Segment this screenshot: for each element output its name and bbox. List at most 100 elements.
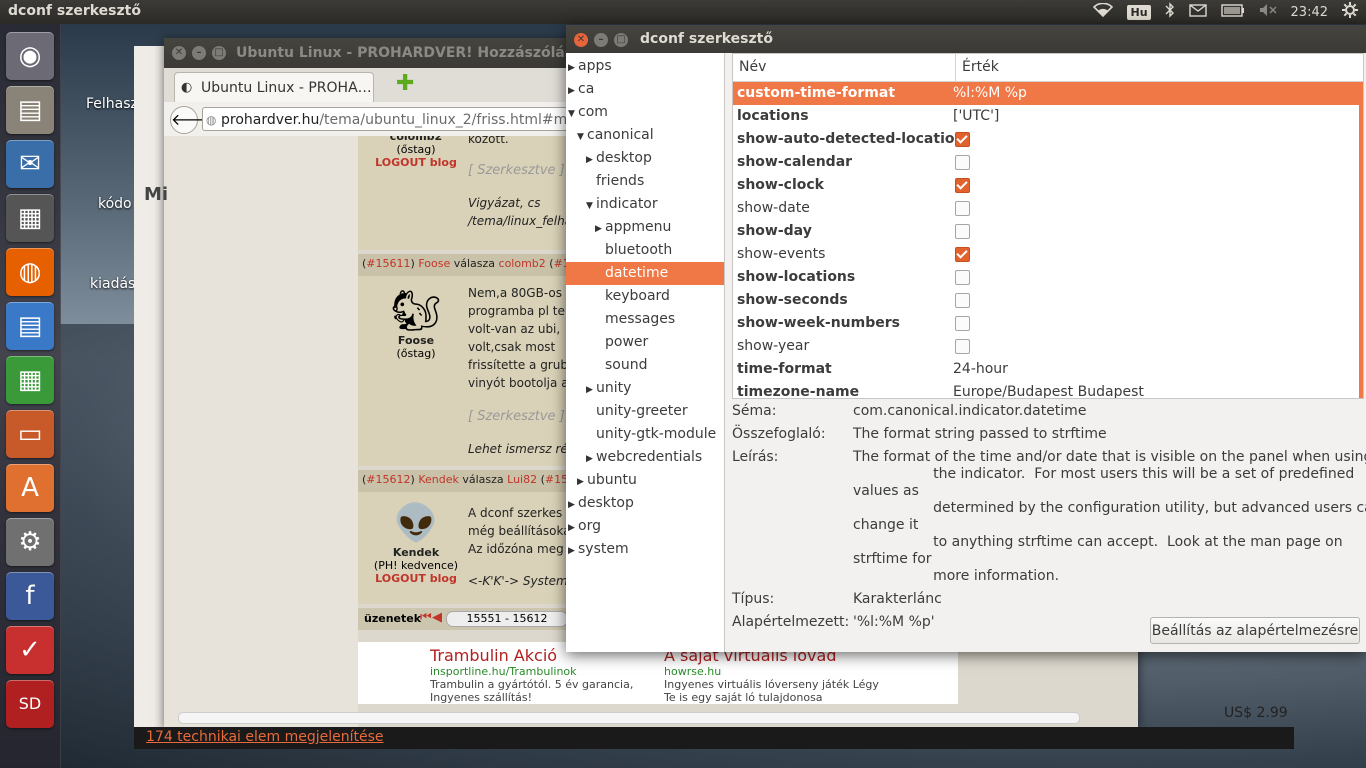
key-row[interactable]: time-format 24-hour [733,358,1363,381]
horizontal-scrollbar[interactable] [178,712,1080,724]
key-value-checkbox[interactable] [955,270,970,285]
key-value-checkbox[interactable] [955,247,970,262]
dconf-maximize-icon[interactable]: □ [614,33,628,47]
browser-close-icon[interactable]: ✕ [172,46,186,60]
key-row[interactable]: show-events [733,243,1363,266]
expand-arrow-icon[interactable]: ▶ [595,218,605,241]
sd-card-icon[interactable]: SD [6,680,54,728]
reset-to-default-button[interactable]: Beállítás az alapértelmezésre [1150,617,1360,644]
post-logout-link[interactable]: LOGOUT blog [364,572,468,585]
files-icon[interactable]: ▤ [6,86,54,134]
back-arrow-icon[interactable]: 🡐 [170,106,214,134]
key-value-checkbox[interactable] [955,201,970,216]
expand-arrow-icon[interactable]: ▶ [586,149,596,172]
calc-icon[interactable]: ▦ [6,356,54,404]
tree-node-ubuntu[interactable]: ▶ ubuntu [566,469,724,494]
tree-node-desktop[interactable]: ▶ desktop [566,147,724,172]
expand-arrow-icon[interactable]: ▶ [577,471,587,494]
facebook-icon[interactable]: f [6,572,54,620]
tree-node-canonical[interactable]: ▼ canonical [566,124,724,149]
key-value-checkbox[interactable] [955,316,970,331]
key-row[interactable]: show-calendar [733,151,1363,174]
post-target-link[interactable]: Lui82 [507,473,537,486]
tree-node-sound[interactable]: sound [566,354,724,377]
tree-node-bluetooth[interactable]: bluetooth [566,239,724,262]
wifi-icon[interactable] [1093,2,1114,21]
column-header-value[interactable]: Érték [955,54,999,81]
dconf-titlebar[interactable]: ✕ – □ dconf szerkesztő [566,25,1366,53]
tree-node-unity[interactable]: ▶ unity [566,377,724,402]
battery-icon[interactable] [1220,3,1245,21]
post-author-link[interactable]: Kendek [418,473,459,486]
system-settings-icon[interactable]: ⚙ [6,518,54,566]
key-row[interactable]: show-date [733,197,1363,220]
browser-tab[interactable]: ◐ Ubuntu Linux - PROHA… [174,72,374,102]
clock[interactable]: 23:42 [1291,5,1328,20]
post-number-link[interactable]: #15611 [366,257,410,270]
tree-node-indicator[interactable]: ▼ indicator [566,193,724,218]
tree-node-power[interactable]: power [566,331,724,354]
key-list-scrollbar[interactable] [1359,82,1363,398]
post-target-link[interactable]: colomb2 [499,257,546,270]
mail-icon[interactable] [1188,3,1207,21]
expand-arrow-icon[interactable]: ▶ [568,494,578,517]
ad-item[interactable]: Trambulin Akció insportline.hu/Trambulin… [430,646,660,704]
tree-node-keyboard[interactable]: keyboard [566,285,724,308]
column-header-name[interactable]: Név [739,54,766,81]
new-tab-icon[interactable]: ✚ [396,71,414,96]
ad-url[interactable]: howrse.hu [664,665,954,678]
key-value-checkbox[interactable] [955,339,970,354]
tree-node-messages[interactable]: messages [566,308,724,331]
firefox-icon[interactable]: ◍ [6,248,54,296]
expand-arrow-icon[interactable]: ▶ [568,540,578,563]
collapse-arrow-icon[interactable]: ▼ [577,126,587,149]
show-technical-items-link[interactable]: 174 technikai elem megjelenítése [146,729,384,745]
ad-item[interactable]: A saját virtuális lovad howrse.hu Ingyen… [664,646,954,704]
key-row[interactable]: timezone-name Europe/Budapest Budapest [733,381,1363,398]
impress-icon[interactable]: ▭ [6,410,54,458]
collapse-arrow-icon[interactable]: ▼ [586,195,596,218]
tree-node-desktop[interactable]: ▶ desktop [566,492,724,517]
key-row[interactable]: show-locations [733,266,1363,289]
dconf-close-icon[interactable]: ✕ [574,33,588,47]
first-page-icon[interactable]: ⏮ [420,610,432,625]
session-gear-icon[interactable] [1342,2,1358,22]
tree-node-apps[interactable]: ▶ apps [566,55,724,78]
expand-arrow-icon[interactable]: ▶ [568,80,578,103]
key-row[interactable]: show-day [733,220,1363,243]
tree-node-system[interactable]: ▶ system [566,538,724,563]
key-value-checkbox[interactable] [955,155,970,170]
key-value[interactable]: 24-hour [953,358,1008,381]
browser-maximize-icon[interactable]: □ [212,46,226,60]
key-row[interactable]: locations ['UTC'] [733,105,1363,128]
post-username[interactable]: Kendek [364,546,468,559]
thunderbird-icon[interactable]: ✉ [6,140,54,188]
dconf-minimize-icon[interactable]: – [594,33,608,47]
key-row[interactable]: show-week-numbers [733,312,1363,335]
key-value-checkbox[interactable] [955,132,970,147]
foose-avatar[interactable]: 🐿 [364,288,468,334]
tree-node-webcredentials[interactable]: ▶ webcredentials [566,446,724,471]
post-logout-link[interactable]: LOGOUT blog [364,156,468,169]
ubuntu-dash-icon[interactable]: ◉ [6,32,54,80]
tree-node-unity-gtk-module[interactable]: unity-gtk-module [566,423,724,446]
expand-arrow-icon[interactable]: ▶ [568,517,578,540]
post-author-link[interactable]: Foose [418,257,450,270]
alien-avatar[interactable]: 👽 [364,502,468,546]
key-value[interactable]: %l:%M %p [953,82,1027,105]
expand-arrow-icon[interactable]: ▶ [586,379,596,402]
volume-muted-icon[interactable] [1259,3,1277,21]
tree-node-appmenu[interactable]: ▶ appmenu [566,216,724,241]
key-row[interactable]: show-seconds [733,289,1363,312]
keyboard-layout-indicator[interactable]: Hu [1127,4,1151,20]
prev-page-icon[interactable]: ◀ [432,610,442,625]
tree-node-datetime[interactable]: datetime [566,262,724,285]
key-value-checkbox[interactable] [955,178,970,193]
software-center-icon[interactable]: A [6,464,54,512]
key-value-checkbox[interactable] [955,293,970,308]
writer-icon[interactable]: ▤ [6,302,54,350]
key-value[interactable]: Europe/Budapest Budapest [953,381,1144,398]
post-username[interactable]: Foose [364,334,468,347]
expand-arrow-icon[interactable]: ▶ [586,448,596,471]
tree-node-friends[interactable]: friends [566,170,724,193]
